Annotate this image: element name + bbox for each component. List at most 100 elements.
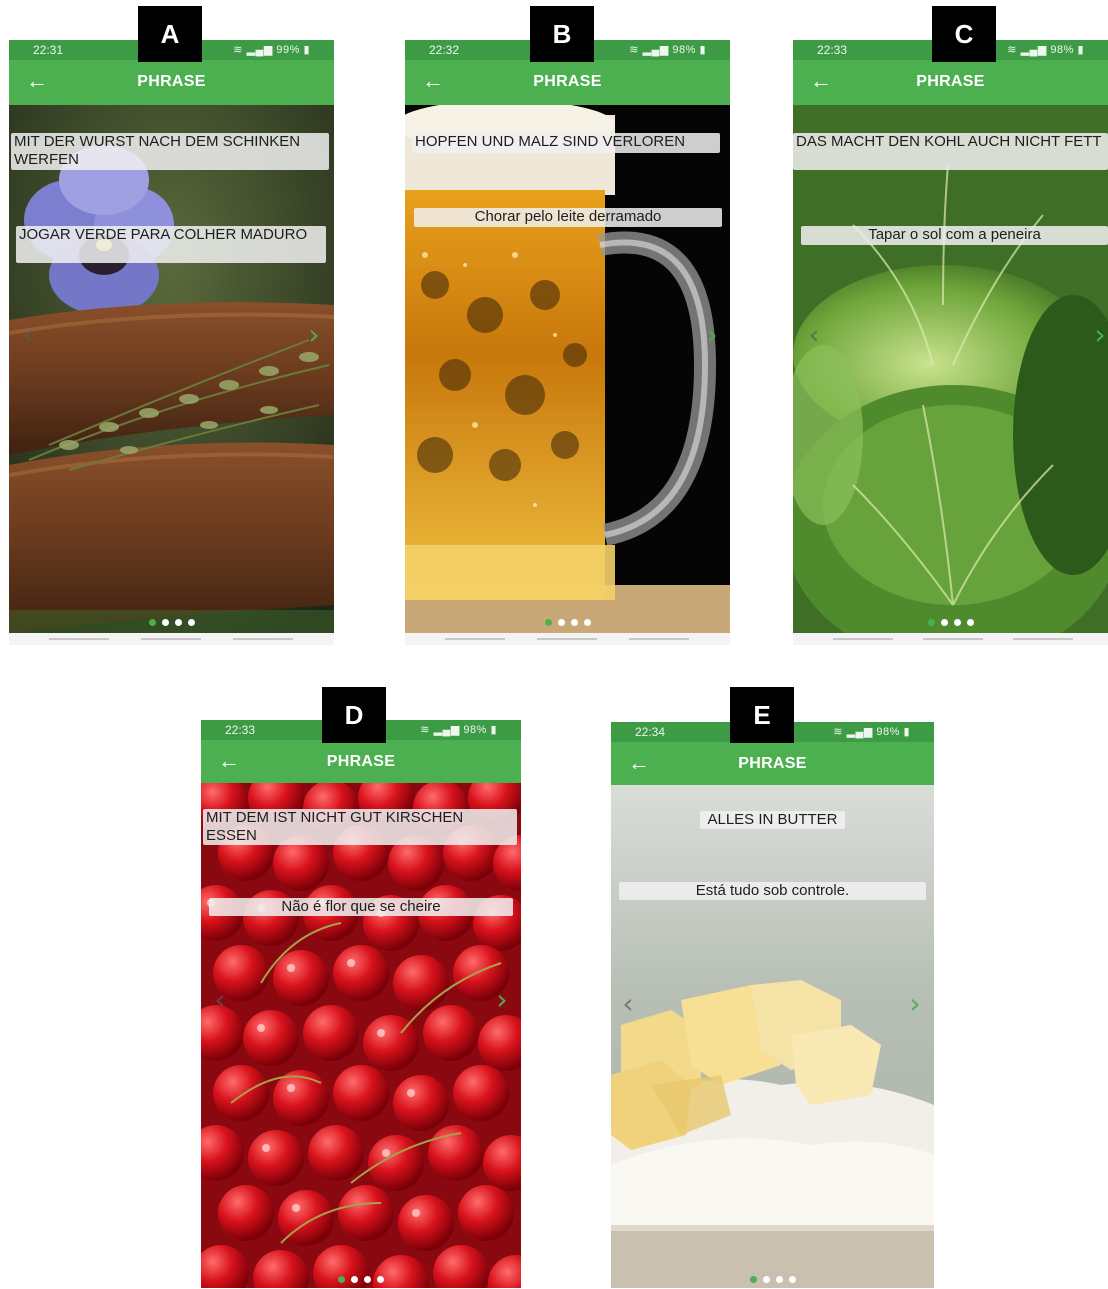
system-nav-bar	[9, 633, 334, 645]
chevron-left-icon[interactable]: ‹	[619, 990, 637, 1020]
status-time: 22:32	[429, 43, 460, 57]
beer-photo	[405, 105, 730, 633]
portuguese-phrase: Chorar pelo leite derramado	[414, 208, 722, 227]
app-bar: ← PHRASE	[611, 742, 934, 785]
portuguese-phrase: Não é flor que se cheire	[209, 898, 513, 916]
app-bar-title: PHRASE	[137, 73, 206, 90]
signal-icon: ▂▄▆	[642, 44, 669, 56]
page-dot	[364, 1276, 371, 1283]
page-dot	[570, 619, 578, 626]
app-bar-title: PHRASE	[533, 73, 602, 90]
page-dot	[927, 619, 935, 626]
screen-label: B	[530, 6, 594, 62]
page-dot	[187, 619, 195, 626]
status-icons: ≋ ▂▄▆ 98% ▮	[833, 725, 910, 738]
wifi-icon: ≋	[420, 724, 430, 736]
status-icons: ≋ ▂▄▆ 98% ▮	[420, 723, 497, 736]
page-dot	[953, 619, 961, 626]
screen-a: 22:31 ≋ ▂▄▆ 99% ▮ ← PHRASE MIT DER WURST…	[9, 40, 334, 645]
screen-label: D	[322, 687, 386, 743]
portuguese-phrase: Tapar o sol com a peneira	[801, 226, 1108, 245]
portuguese-phrase: Está tudo sob controle.	[619, 882, 926, 900]
wifi-icon: ≋	[1007, 44, 1017, 56]
app-bar-title: PHRASE	[916, 73, 985, 90]
signal-icon: ▂▄▆	[246, 44, 273, 56]
system-nav-bar	[793, 633, 1108, 645]
portuguese-phrase: JOGAR VERDE PARA COLHER MADURO	[16, 226, 326, 263]
page-dot	[148, 619, 156, 626]
german-phrase: DAS MACHT DEN KOHL AUCH NICHT FETT	[793, 133, 1108, 170]
page-indicator	[405, 613, 730, 626]
battery-level: 98%	[1050, 44, 1074, 56]
status-time: 22:33	[225, 723, 256, 737]
cabbage-photo	[793, 105, 1108, 633]
signal-icon: ▂▄▆	[433, 724, 460, 736]
chevron-right-icon[interactable]: ›	[1091, 321, 1108, 351]
app-bar-title: PHRASE	[326, 753, 396, 770]
status-icons: ≋ ▂▄▆ 98% ▮	[1007, 43, 1084, 56]
status-icons: ≋ ▂▄▆ 99% ▮	[233, 43, 310, 56]
page-dot	[161, 619, 169, 626]
page-dot	[775, 1276, 783, 1283]
german-phrase: HOPFEN UND MALZ SIND VERLOREN	[412, 133, 720, 153]
battery-level: 98%	[672, 44, 696, 56]
screen-d: 22:33 ≋ ▂▄▆ 98% ▮ ← PHRASE MIT DEM IST N…	[201, 720, 521, 1288]
system-nav-bar	[405, 633, 730, 645]
page-dot	[174, 619, 182, 626]
signal-icon: ▂▄▆	[1020, 44, 1047, 56]
screen-label: A	[138, 6, 202, 62]
page-indicator	[793, 613, 1108, 626]
wifi-icon: ≋	[233, 44, 243, 56]
app-bar: ← PHRASE	[793, 60, 1108, 105]
battery-level: 98%	[876, 726, 900, 738]
page-dot	[762, 1276, 770, 1283]
battery-level: 99%	[276, 44, 300, 56]
chevron-right-icon[interactable]: ›	[703, 321, 721, 351]
battery-icon: ▮	[1077, 44, 1084, 56]
wifi-icon: ≋	[833, 726, 843, 738]
german-phrase: MIT DER WURST NACH DEM SCHINKEN WERFEN	[11, 133, 329, 170]
battery-icon: ▮	[903, 726, 910, 738]
screen-label: C	[932, 6, 996, 62]
status-time: 22:31	[33, 43, 64, 57]
page-indicator	[9, 613, 334, 626]
sausage-photo	[9, 105, 334, 633]
page-dot	[749, 1276, 757, 1283]
page-indicator	[201, 1270, 521, 1283]
butter-photo	[611, 785, 934, 1288]
page-dot	[788, 1276, 796, 1283]
battery-icon: ▮	[490, 724, 497, 736]
page-dot	[544, 619, 552, 626]
chevron-left-icon[interactable]: ‹	[211, 986, 229, 1016]
chevron-right-icon[interactable]: ›	[906, 990, 924, 1020]
battery-level: 98%	[463, 724, 487, 736]
page-dot	[557, 619, 565, 626]
app-bar: ← PHRASE	[9, 60, 334, 105]
page-dot	[966, 619, 974, 626]
page-dot	[351, 1276, 358, 1283]
page-dot	[338, 1276, 345, 1283]
chevron-right-icon[interactable]: ›	[493, 986, 511, 1016]
page-dot	[377, 1276, 384, 1283]
screen-c: 22:33 ≋ ▂▄▆ 98% ▮ ← PHRASE DAS MACHT DEN…	[793, 40, 1108, 645]
chevron-left-icon[interactable]: ‹	[19, 321, 37, 351]
page-dot	[583, 619, 591, 626]
german-phrase: ALLES IN BUTTER	[700, 811, 845, 829]
screen-label: E	[730, 687, 794, 743]
battery-icon: ▮	[699, 44, 706, 56]
screen-b: 22:32 ≋ ▂▄▆ 98% ▮ ← PHRASE HOPFEN UND MA…	[405, 40, 730, 645]
chevron-right-icon[interactable]: ›	[305, 321, 323, 351]
status-icons: ≋ ▂▄▆ 98% ▮	[629, 43, 706, 56]
status-time: 22:33	[817, 43, 848, 57]
german-phrase: MIT DEM IST NICHT GUT KIRSCHEN ESSEN	[203, 809, 517, 845]
battery-icon: ▮	[303, 44, 310, 56]
cherries-photo	[201, 783, 521, 1288]
status-time: 22:34	[635, 725, 666, 739]
app-bar-title: PHRASE	[738, 755, 807, 772]
screen-e: 22:34 ≋ ▂▄▆ 98% ▮ ← PHRASE ALLES IN BUTT…	[611, 722, 934, 1288]
page-indicator	[611, 1270, 934, 1283]
chevron-left-icon[interactable]: ‹	[805, 321, 823, 351]
page-dot	[940, 619, 948, 626]
wifi-icon: ≋	[629, 44, 639, 56]
app-bar: ← PHRASE	[201, 740, 521, 783]
